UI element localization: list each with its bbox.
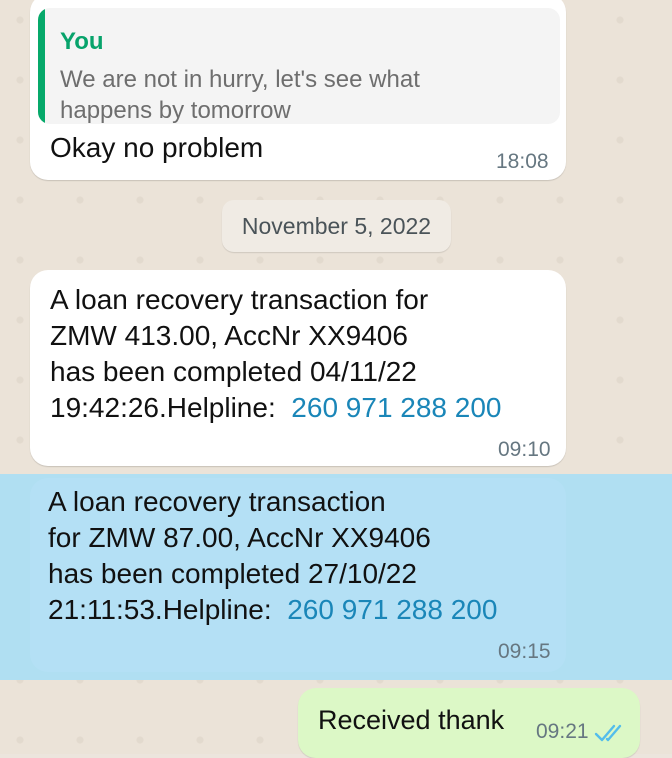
helpline-label: 19:42:26.Helpline: xyxy=(50,392,276,423)
message-time: 09:21 xyxy=(536,720,589,743)
message-text: Okay no problem xyxy=(50,132,264,163)
message-line: ZMW 413.00, AccNr XX9406 xyxy=(50,320,408,351)
date-separator: November 5, 2022 xyxy=(222,200,451,252)
message-line: A loan recovery transaction xyxy=(48,486,386,517)
message-line: has been completed 04/11/22 xyxy=(50,356,417,387)
message-line: for ZMW 87.00, AccNr XX9406 xyxy=(48,522,431,553)
message-time: 09:15 xyxy=(498,640,551,663)
double-check-icon xyxy=(594,724,622,742)
phone-link[interactable]: 260 971 288 200 xyxy=(287,594,497,625)
message-bubble-loan-recovery-2-selected[interactable]: A loan recovery transaction for ZMW 87.0… xyxy=(30,478,566,672)
message-text: Received thank xyxy=(318,705,505,735)
quoted-reply[interactable]: You We are not in hurry, let's see what … xyxy=(38,8,560,124)
message-line: A loan recovery transaction for xyxy=(50,284,429,315)
phone-link[interactable]: 260 971 288 200 xyxy=(291,392,501,423)
message-time: 09:10 xyxy=(498,438,551,461)
quote-text: We are not in hurry, let's see what happ… xyxy=(60,66,420,124)
message-line: 19:42:26.Helpline: 260 971 288 200 xyxy=(50,390,502,426)
message-time: 18:08 xyxy=(496,150,549,173)
message-line: 21:11:53.Helpline: 260 971 288 200 xyxy=(48,592,497,628)
message-bubble-okay-no-problem[interactable]: You We are not in hurry, let's see what … xyxy=(30,0,566,180)
quote-author: You xyxy=(60,28,104,55)
message-bubble-loan-recovery-1[interactable]: A loan recovery transaction for ZMW 413.… xyxy=(30,270,566,466)
message-bubble-outgoing[interactable]: Received thank 09:21 xyxy=(298,688,640,758)
helpline-label: 21:11:53.Helpline: xyxy=(48,594,272,625)
message-line: has been completed 27/10/22 xyxy=(48,558,417,589)
message-text: A loan recovery transaction for ZMW 87.0… xyxy=(48,484,497,628)
message-text: A loan recovery transaction for ZMW 413.… xyxy=(50,282,502,426)
quote-accent-bar xyxy=(38,8,45,124)
